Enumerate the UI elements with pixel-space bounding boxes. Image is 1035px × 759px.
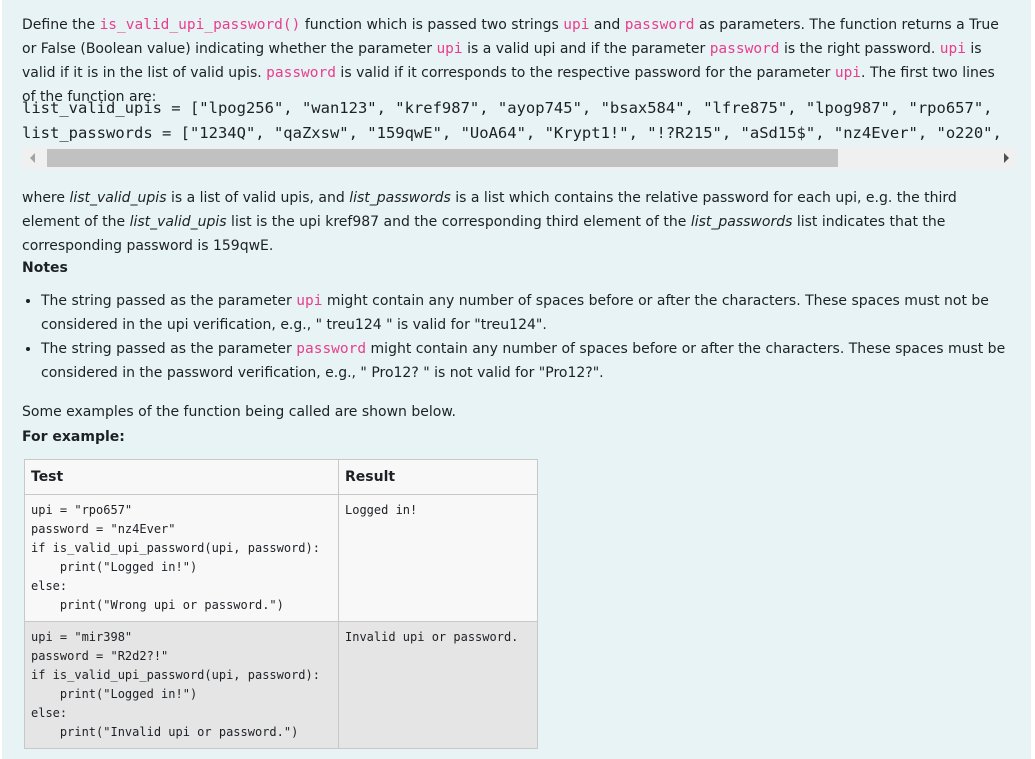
where-paragraph: where list_valid_upis is a list of valid… <box>22 186 1012 258</box>
where-text: list is the upi kref987 and the correspo… <box>226 214 691 230</box>
test-code: upi = "rpo657" password = "nz4Ever" if i… <box>31 503 320 612</box>
table-row: upi = "rpo657" password = "nz4Ever" if i… <box>24 494 538 622</box>
table-row: upi = "mir398" password = "R2d2?!" if is… <box>24 621 538 749</box>
test-cell: upi = "rpo657" password = "nz4Ever" if i… <box>24 494 339 622</box>
code-line-valid-upis: list_valid_upis = ["lpog256", "wan123", … <box>22 99 1002 117</box>
emphasis-list-valid-upis: list_valid_upis <box>129 214 227 230</box>
result-cell: Logged in! <box>338 494 538 622</box>
scrollbar-thumb[interactable] <box>47 149 838 167</box>
scroll-right-arrow-icon[interactable] <box>1004 153 1009 163</box>
intro-text: is the right password. <box>779 41 940 57</box>
emphasis-list-passwords: list_passwords <box>349 190 451 206</box>
function-name-code: is_valid_upi_password() <box>99 17 301 33</box>
param-upi-code: upi <box>436 41 463 57</box>
code-horizontal-scrollbar[interactable] <box>22 147 1017 169</box>
question-intro: Define the is_valid_upi_password() funct… <box>22 13 1012 109</box>
test-cell: upi = "mir398" password = "R2d2?!" if is… <box>24 621 339 749</box>
notes-heading: Notes <box>22 260 68 276</box>
intro-text: and <box>589 17 625 33</box>
intro-text: Define the <box>22 17 100 33</box>
param-password-code: password <box>266 65 336 81</box>
result-output: Invalid upi or password. <box>345 630 519 644</box>
note-code: upi <box>296 293 323 309</box>
where-text: where <box>22 190 70 206</box>
table-header-row: Test Result <box>24 459 538 495</box>
param-password-code: password <box>709 41 780 57</box>
intro-text: is a valid upi and if the parameter <box>462 41 710 57</box>
param-password-code: password <box>624 17 695 33</box>
examples-heading: For example: <box>22 429 125 445</box>
intro-text: function which is passed two strings <box>300 17 564 33</box>
param-upi-code: upi <box>834 65 862 81</box>
examples-table: Test Result upi = "rpo657" password = "n… <box>24 459 538 749</box>
note-item: The string passed as the parameter upi m… <box>41 289 1021 337</box>
intro-text: is valid if it corresponds to the respec… <box>335 65 835 81</box>
code-line-passwords: list_passwords = ["1234Q", "qaZxsw", "15… <box>22 124 1012 142</box>
examples-intro: Some examples of the function being call… <box>22 404 456 420</box>
question-panel: Define the is_valid_upi_password() funct… <box>2 0 1031 759</box>
param-upi-code: upi <box>939 41 966 57</box>
notes-list: The string passed as the parameter upi m… <box>22 289 1021 385</box>
note-code: password <box>296 341 367 357</box>
param-upi-code: upi <box>563 17 590 33</box>
column-header-result: Result <box>338 459 538 495</box>
column-header-test: Test <box>24 459 339 495</box>
note-text: The string passed as the parameter <box>41 293 297 309</box>
scroll-left-arrow-icon[interactable] <box>30 153 35 163</box>
emphasis-list-valid-upis: list_valid_upis <box>69 190 167 206</box>
result-output: Logged in! <box>345 503 418 517</box>
test-code: upi = "mir398" password = "R2d2?!" if is… <box>31 630 320 739</box>
result-cell: Invalid upi or password. <box>338 621 538 749</box>
note-text: The string passed as the parameter <box>41 341 297 357</box>
emphasis-list-passwords: list_passwords <box>690 214 793 230</box>
note-item: The string passed as the parameter passw… <box>41 337 1021 385</box>
where-text: is a list of valid upis, and <box>166 190 350 206</box>
